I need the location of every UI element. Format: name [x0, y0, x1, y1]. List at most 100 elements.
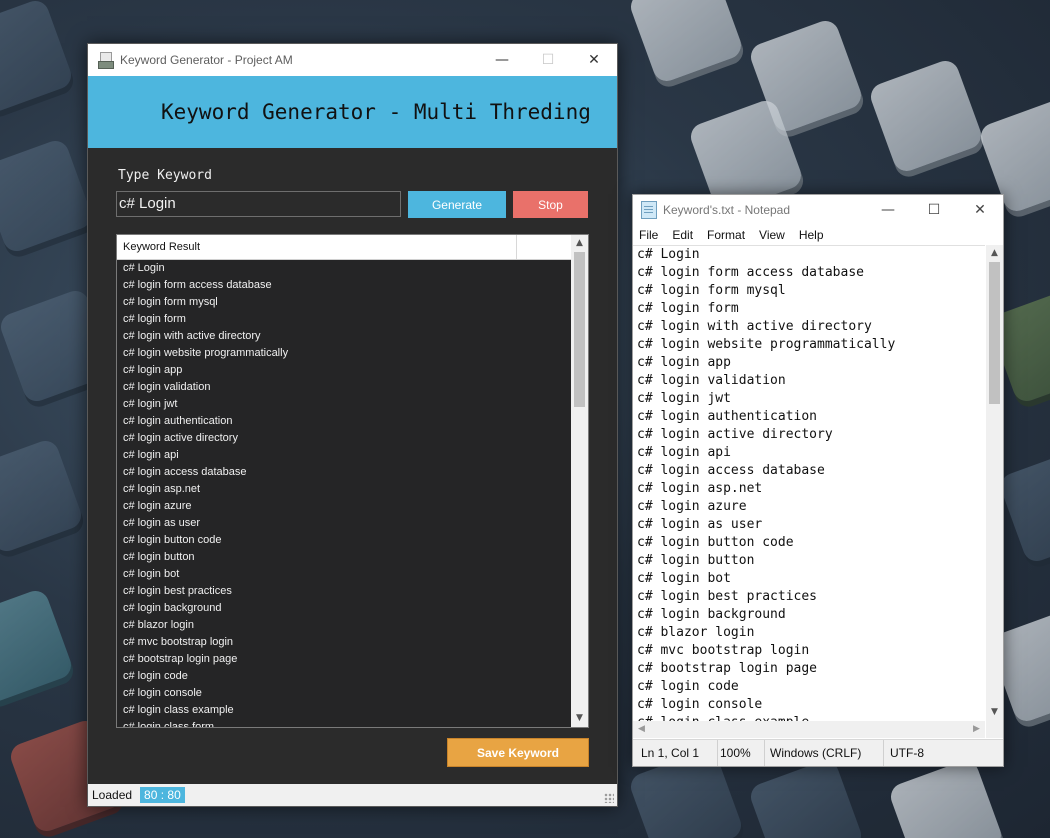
minimize-icon[interactable]: —	[865, 195, 911, 225]
keyword-result-row[interactable]: c# login website programmatically	[117, 345, 571, 362]
text-line: c# mvc bootstrap login	[637, 643, 810, 658]
keyword-input[interactable]: c# Login	[116, 191, 401, 217]
text-line: c# login button	[637, 553, 755, 568]
keyword-result-row[interactable]: c# login jwt	[117, 396, 571, 413]
keyword-result-row[interactable]: c# login button	[117, 549, 571, 566]
status-text: Loaded	[92, 788, 133, 802]
text-line: c# login background	[637, 607, 786, 622]
keyword-result-row[interactable]: c# login asp.net	[117, 481, 571, 498]
keyword-result-row[interactable]: c# Login	[117, 260, 571, 277]
keyword-result-row[interactable]: c# login class form	[117, 719, 571, 727]
menu-file[interactable]: File	[639, 225, 658, 245]
status-line-ending: Windows (CRLF)	[770, 746, 862, 760]
app-icon	[98, 52, 114, 69]
keyword-result-row[interactable]: c# login form access database	[117, 277, 571, 294]
scroll-thumb[interactable]	[574, 252, 585, 407]
kg-header-title: Keyword Generator - Multi Threding	[161, 100, 591, 124]
keyword-result-row[interactable]: c# login form	[117, 311, 571, 328]
text-line: c# login as user	[637, 517, 763, 532]
text-line: c# login bot	[637, 571, 731, 586]
status-encoding: UTF-8	[890, 746, 924, 760]
keyword-result-row[interactable]: c# login azure	[117, 498, 571, 515]
keyword-result-row[interactable]: c# login code	[117, 668, 571, 685]
menu-format[interactable]: Format	[707, 225, 745, 245]
keyword-result-row[interactable]: c# login validation	[117, 379, 571, 396]
scroll-up-icon[interactable]: ▲	[571, 235, 588, 252]
np-status-bar: Ln 1, Col 1 100% Windows (CRLF) UTF-8	[633, 739, 1003, 766]
scroll-right-icon[interactable]: ▶	[968, 721, 985, 738]
text-line: c# login form	[637, 301, 739, 316]
keyword-result-row[interactable]: c# login authentication	[117, 413, 571, 430]
keyword-result-list[interactable]: Keyword Result c# Login c# login form acc…	[116, 234, 589, 728]
text-line: c# login asp.net	[637, 481, 763, 496]
kg-window-title: Keyword Generator - Project AM	[120, 53, 293, 67]
keyword-result-column-label: Keyword Result	[123, 241, 201, 253]
text-line: c# login console	[637, 697, 763, 712]
keyword-result-row[interactable]: c# login button code	[117, 532, 571, 549]
keyword-result-row[interactable]: c# login active directory	[117, 430, 571, 447]
generate-button[interactable]: Generate	[408, 191, 506, 218]
keyword-result-row[interactable]: c# login api	[117, 447, 571, 464]
np-titlebar[interactable]: Keyword's.txt - Notepad — ☐ ✕	[633, 195, 1003, 225]
menu-view[interactable]: View	[759, 225, 785, 245]
scroll-left-icon[interactable]: ◀	[633, 721, 650, 738]
np-text-area[interactable]: c# Login c# login form access database c# …	[633, 245, 985, 722]
kg-header-banner: Keyword Generator - Multi Threding	[88, 76, 617, 148]
keyword-result-row[interactable]: c# login as user	[117, 515, 571, 532]
keyword-generator-window: Keyword Generator - Project AM — ☐ ✕ Key…	[87, 43, 618, 807]
kg-list-scrollbar[interactable]: ▲ ▼	[571, 235, 588, 727]
keyword-result-row[interactable]: c# login class example	[117, 702, 571, 719]
text-line: c# login with active directory	[637, 319, 872, 334]
text-line: c# login authentication	[637, 409, 818, 424]
notepad-window: Keyword's.txt - Notepad — ☐ ✕ File Edit …	[632, 194, 1004, 767]
scroll-down-icon[interactable]: ▼	[986, 704, 1003, 721]
keyword-result-row[interactable]: c# login bot	[117, 566, 571, 583]
keyword-result-row[interactable]: c# login access database	[117, 464, 571, 481]
text-line: c# login api	[637, 445, 731, 460]
text-line: c# blazor login	[637, 625, 755, 640]
save-keyword-button[interactable]: Save Keyword	[447, 738, 589, 767]
np-horizontal-scrollbar[interactable]: ◀ ▶	[633, 721, 985, 738]
np-vertical-scrollbar[interactable]: ▲ ▼	[986, 245, 1003, 721]
text-line: c# login azure	[637, 499, 747, 514]
scroll-up-icon[interactable]: ▲	[986, 245, 1003, 262]
resize-grip-icon[interactable]	[604, 793, 614, 803]
text-line: c# login website programmatically	[637, 337, 896, 352]
status-zoom: 100%	[720, 746, 751, 760]
text-line: c# Login	[637, 247, 700, 262]
keyword-result-header[interactable]: Keyword Result	[117, 235, 588, 260]
close-icon[interactable]: ✕	[571, 44, 617, 76]
keyword-result-row[interactable]: c# mvc bootstrap login	[117, 634, 571, 651]
menu-edit[interactable]: Edit	[672, 225, 693, 245]
notepad-icon	[641, 201, 657, 219]
menu-help[interactable]: Help	[799, 225, 824, 245]
text-line: c# login active directory	[637, 427, 833, 442]
text-line: c# login validation	[637, 373, 786, 388]
keyword-result-row[interactable]: c# login with active directory	[117, 328, 571, 345]
text-line: c# login best practices	[637, 589, 818, 604]
np-window-title: Keyword's.txt - Notepad	[663, 203, 791, 217]
keyword-result-row[interactable]: c# login console	[117, 685, 571, 702]
kg-status-bar: Loaded 80 : 80	[88, 784, 617, 806]
maximize-icon: ☐	[541, 52, 555, 68]
close-icon[interactable]: ✕	[957, 195, 1003, 225]
scroll-corner	[986, 721, 1003, 738]
keyword-result-row[interactable]: c# login background	[117, 600, 571, 617]
keyword-result-row[interactable]: c# blazor login	[117, 617, 571, 634]
keyword-result-row[interactable]: c# login best practices	[117, 583, 571, 600]
kg-titlebar[interactable]: Keyword Generator - Project AM — ☐ ✕	[88, 44, 617, 76]
text-line: c# login access database	[637, 463, 825, 478]
maximize-icon[interactable]: ☐	[911, 195, 957, 225]
keyword-result-row[interactable]: c# bootstrap login page	[117, 651, 571, 668]
minimize-icon[interactable]: —	[479, 44, 525, 76]
keyword-result-row[interactable]: c# login app	[117, 362, 571, 379]
text-line: c# login button code	[637, 535, 794, 550]
stop-button[interactable]: Stop	[513, 191, 588, 218]
scroll-thumb[interactable]	[989, 262, 1000, 404]
text-line: c# login form mysql	[637, 283, 786, 298]
scroll-down-icon[interactable]: ▼	[571, 710, 588, 727]
text-line: c# login app	[637, 355, 731, 370]
keyword-result-row[interactable]: c# login form mysql	[117, 294, 571, 311]
np-menu-bar: File Edit Format View Help	[633, 225, 1003, 245]
text-line: c# login jwt	[637, 391, 731, 406]
